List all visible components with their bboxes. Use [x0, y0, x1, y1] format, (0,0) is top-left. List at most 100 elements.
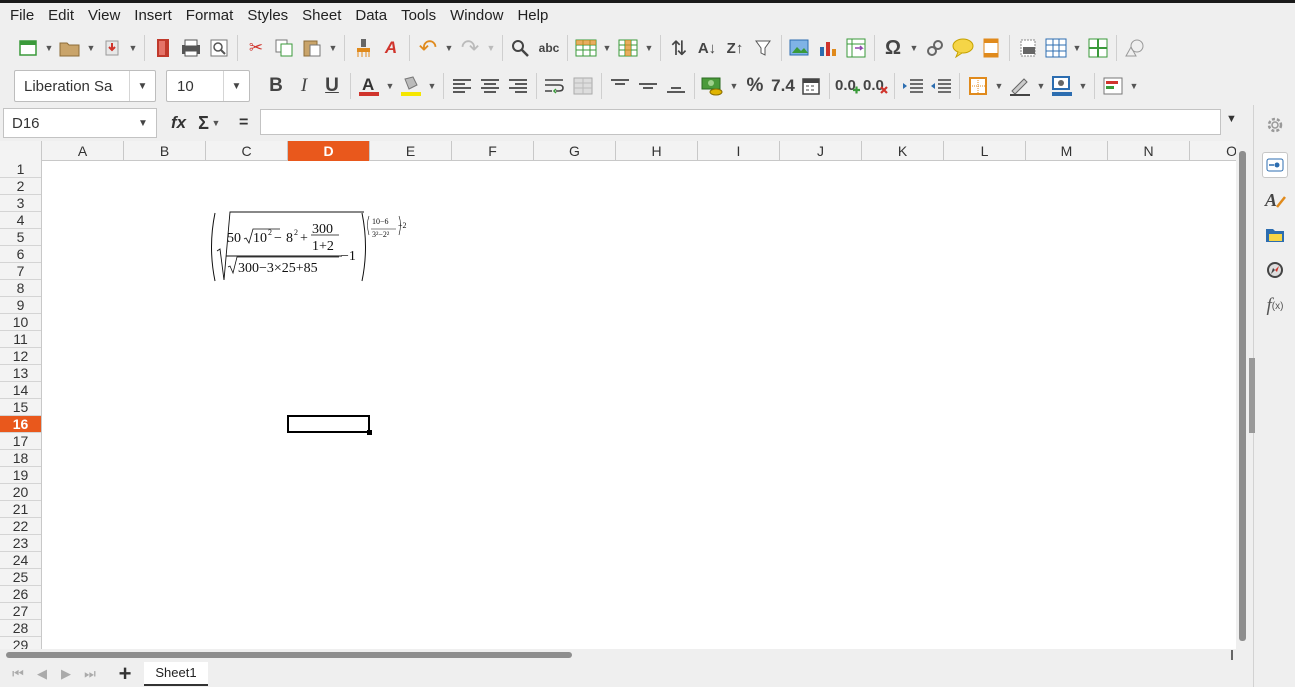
- find-replace-icon[interactable]: [507, 34, 535, 62]
- formula-input[interactable]: [260, 109, 1221, 135]
- copy-icon[interactable]: [270, 34, 298, 62]
- column-header-l[interactable]: L: [944, 141, 1026, 161]
- sort-descending-icon[interactable]: Z↑: [721, 34, 749, 62]
- column-header-g[interactable]: G: [534, 141, 616, 161]
- sum-icon[interactable]: Σ: [198, 113, 209, 134]
- font-size-dropdown-icon[interactable]: ▼: [223, 71, 249, 101]
- active-cell-cursor[interactable]: [287, 415, 372, 435]
- clear-formatting-icon[interactable]: A: [377, 34, 405, 62]
- font-color-icon[interactable]: A: [355, 72, 383, 100]
- select-all-corner[interactable]: [0, 141, 42, 161]
- align-top-icon[interactable]: [606, 72, 634, 100]
- column-header-d[interactable]: D: [288, 141, 370, 161]
- column-header-a[interactable]: A: [42, 141, 124, 161]
- row-header[interactable]: 14: [0, 382, 41, 399]
- percent-format-icon[interactable]: %: [741, 72, 769, 100]
- row-header[interactable]: 10: [0, 314, 41, 331]
- menu-insert[interactable]: Insert: [127, 3, 179, 29]
- row-header[interactable]: 6: [0, 246, 41, 263]
- row-header-selected[interactable]: 16: [0, 416, 41, 433]
- spelling-icon[interactable]: abc: [535, 34, 563, 62]
- row-header[interactable]: 28: [0, 620, 41, 637]
- column-header-m[interactable]: M: [1026, 141, 1108, 161]
- freeze-panes-dropdown-icon[interactable]: ▼: [1070, 34, 1084, 62]
- new-document-icon[interactable]: [14, 34, 42, 62]
- math-formula-object[interactable]: 50 10 2 − 8 2 + 300 1+2 300−3×25+85 −1 1…: [208, 209, 418, 285]
- menu-format[interactable]: Format: [179, 3, 241, 29]
- horizontal-scroll-thumb[interactable]: [6, 652, 572, 658]
- decrease-indent-icon[interactable]: [927, 72, 955, 100]
- border-color-dropdown-icon[interactable]: ▼: [1076, 72, 1090, 100]
- autofilter-icon[interactable]: [749, 34, 777, 62]
- row-header[interactable]: 3: [0, 195, 41, 212]
- row-header[interactable]: 29: [0, 637, 41, 649]
- wrap-text-icon[interactable]: [541, 72, 569, 100]
- horizontal-scrollbar[interactable]: [0, 649, 1253, 661]
- settings-icon[interactable]: [1262, 112, 1288, 138]
- name-box[interactable]: D16 ▼: [3, 108, 157, 138]
- comment-icon[interactable]: [949, 34, 977, 62]
- column-header-f[interactable]: F: [452, 141, 534, 161]
- expand-formula-bar-icon[interactable]: ▼: [1226, 113, 1237, 125]
- redo-dropdown-icon[interactable]: ▼: [484, 34, 498, 62]
- navigator-icon[interactable]: [1262, 257, 1288, 283]
- sort-ascending-icon[interactable]: A↓: [693, 34, 721, 62]
- row-header[interactable]: 27: [0, 603, 41, 620]
- highlight-color-dropdown-icon[interactable]: ▼: [425, 72, 439, 100]
- row-dropdown-icon[interactable]: ▼: [600, 34, 614, 62]
- headers-footers-icon[interactable]: [977, 34, 1005, 62]
- print-preview-icon[interactable]: [205, 34, 233, 62]
- menu-styles[interactable]: Styles: [240, 3, 295, 29]
- hyperlink-icon[interactable]: [921, 34, 949, 62]
- font-size-box[interactable]: 10 ▼: [166, 70, 250, 102]
- row-header[interactable]: 17: [0, 433, 41, 450]
- paste-dropdown-icon[interactable]: ▼: [326, 34, 340, 62]
- column-header-n[interactable]: N: [1108, 141, 1190, 161]
- row-header[interactable]: 15: [0, 399, 41, 416]
- add-sheet-icon[interactable]: +: [114, 663, 136, 685]
- row-header[interactable]: 11: [0, 331, 41, 348]
- properties-icon[interactable]: [1262, 152, 1288, 178]
- row-header[interactable]: 18: [0, 450, 41, 467]
- row-header[interactable]: 7: [0, 263, 41, 280]
- font-name-dropdown-icon[interactable]: ▼: [129, 71, 155, 101]
- row-header[interactable]: 26: [0, 586, 41, 603]
- sidebar-grip[interactable]: [1249, 358, 1255, 433]
- column-header-j[interactable]: J: [780, 141, 862, 161]
- row-header[interactable]: 2: [0, 178, 41, 195]
- center-vertically-icon[interactable]: [634, 72, 662, 100]
- italic-icon[interactable]: I: [290, 72, 318, 100]
- border-style-dropdown-icon[interactable]: ▼: [1034, 72, 1048, 100]
- open-folder-icon[interactable]: [56, 34, 84, 62]
- border-color-icon[interactable]: [1048, 72, 1076, 100]
- row-header[interactable]: 5: [0, 229, 41, 246]
- date-format-icon[interactable]: [797, 72, 825, 100]
- row-header[interactable]: 24: [0, 552, 41, 569]
- define-print-area-icon[interactable]: [1014, 34, 1042, 62]
- row-header[interactable]: 12: [0, 348, 41, 365]
- menu-edit[interactable]: Edit: [41, 3, 81, 29]
- align-right-icon[interactable]: [504, 72, 532, 100]
- open-dropdown-icon[interactable]: ▼: [84, 34, 98, 62]
- row-icon[interactable]: [572, 34, 600, 62]
- row-header[interactable]: 22: [0, 518, 41, 535]
- clone-formatting-icon[interactable]: [349, 34, 377, 62]
- conditional-format-dropdown-icon[interactable]: ▼: [1127, 72, 1141, 100]
- functions-icon[interactable]: f (x): [1262, 293, 1288, 319]
- first-sheet-icon[interactable]: ⏮: [6, 666, 30, 682]
- vertical-scroll-thumb[interactable]: [1239, 151, 1246, 641]
- freeze-panes-icon[interactable]: [1042, 34, 1070, 62]
- column-header-b[interactable]: B: [124, 141, 206, 161]
- menu-file[interactable]: File: [3, 3, 41, 29]
- row-header[interactable]: 1: [0, 161, 41, 178]
- formula-equals-icon[interactable]: =: [239, 114, 248, 132]
- font-name-box[interactable]: Liberation Sa ▼: [14, 70, 156, 102]
- column-dropdown-icon[interactable]: ▼: [642, 34, 656, 62]
- undo-dropdown-icon[interactable]: ▼: [442, 34, 456, 62]
- sheet-tab[interactable]: Sheet1: [144, 662, 208, 686]
- styles-icon[interactable]: A: [1262, 187, 1288, 213]
- column-header-o[interactable]: O: [1190, 141, 1236, 161]
- row-header[interactable]: 9: [0, 297, 41, 314]
- highlight-color-icon[interactable]: [397, 72, 425, 100]
- split-window-icon[interactable]: [1084, 34, 1112, 62]
